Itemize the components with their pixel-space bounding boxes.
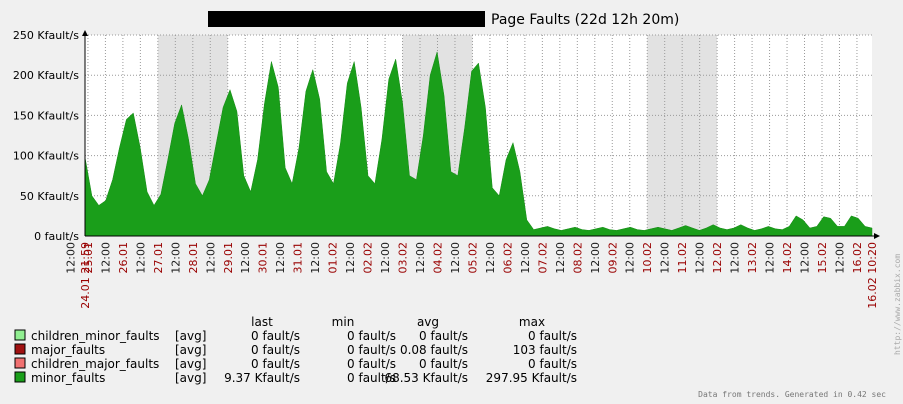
legend-func: [avg]	[175, 343, 206, 357]
x-tick-date: 09.02	[606, 242, 619, 274]
legend-header-max: max	[519, 315, 545, 329]
legend-min: 0 fault/s	[347, 329, 396, 343]
legend-max: 0 fault/s	[528, 357, 577, 371]
legend-func: [avg]	[175, 371, 206, 385]
x-tick-date: 25.01	[82, 242, 95, 274]
legend-func: [avg]	[175, 357, 206, 371]
legend-swatch	[14, 343, 26, 355]
x-tick-noon: 12:00	[554, 242, 567, 274]
x-tick-date: 08.02	[571, 242, 584, 274]
legend-last: 0 fault/s	[251, 329, 300, 343]
x-tick-date: 01.02	[327, 242, 340, 274]
legend-header-avg: avg	[417, 315, 439, 329]
graph-title: Page Faults (22d 12h 20m)	[491, 12, 679, 28]
x-tick-date: 03.02	[397, 242, 410, 274]
x-tick-date: 12.02	[711, 242, 724, 274]
x-tick-end: 16.02 10:20	[866, 242, 879, 309]
y-tick-label: 200 Kfault/s	[13, 69, 79, 82]
x-tick-noon: 12:00	[309, 242, 322, 274]
legend-header-last: last	[251, 315, 273, 329]
x-tick-date: 26.01	[117, 242, 130, 274]
legend-min: 0 fault/s	[347, 343, 396, 357]
x-tick-date: 11.02	[676, 242, 689, 274]
x-tick-date: 10.02	[641, 242, 654, 274]
redacted-host-name	[208, 11, 485, 27]
y-tick-label: 100 Kfault/s	[13, 150, 79, 163]
y-tick-label: 150 Kfault/s	[13, 109, 79, 122]
y-tick-label: 50 Kfault/s	[20, 190, 79, 203]
x-tick-noon: 12:00	[204, 242, 217, 274]
x-tick-noon: 12:00	[589, 242, 602, 274]
legend-func: [avg]	[175, 329, 206, 343]
legend-swatch	[14, 371, 26, 383]
x-tick-noon: 12:00	[449, 242, 462, 274]
x-tick-date: 07.02	[536, 242, 549, 274]
legend-min: 0 fault/s	[347, 357, 396, 371]
x-tick-date: 02.02	[362, 242, 375, 274]
x-tick-noon: 12:00	[65, 242, 78, 274]
x-tick-date: 05.02	[466, 242, 479, 274]
x-tick-date: 29.01	[222, 242, 235, 274]
page-faults-graph: Page Faults (22d 12h 20m) 0 fault/s 50 Kf…	[0, 0, 903, 404]
x-tick-noon: 12:00	[379, 242, 392, 274]
x-tick-noon: 12:00	[414, 242, 427, 274]
x-tick-noon: 12:00	[694, 242, 707, 274]
x-tick-noon: 12:00	[134, 242, 147, 274]
x-tick-date: 15.02	[816, 242, 829, 274]
legend-series-name: children_minor_faults	[31, 329, 160, 343]
x-tick-noon: 12:00	[764, 242, 777, 274]
legend-avg: 0 fault/s	[419, 329, 468, 343]
x-tick-date: 30.01	[257, 242, 270, 274]
x-tick-date: 31.01	[292, 242, 305, 274]
x-tick-date: 06.02	[501, 242, 514, 274]
x-tick-noon: 12:00	[799, 242, 812, 274]
legend-max: 297.95 Kfault/s	[486, 371, 577, 385]
x-tick-noon: 12:00	[519, 242, 532, 274]
x-tick-noon: 12:00	[274, 242, 287, 274]
legend-max: 0 fault/s	[528, 329, 577, 343]
legend-series-name: major_faults	[31, 343, 105, 357]
x-tick-date: 14.02	[781, 242, 794, 274]
legend-swatch	[14, 357, 26, 369]
x-tick-noon: 12:00	[834, 242, 847, 274]
x-tick-noon: 12:00	[169, 242, 182, 274]
footer-note: Data from trends. Generated in 0.42 sec	[698, 390, 886, 399]
x-tick-noon: 12:00	[239, 242, 252, 274]
x-tick-noon: 12:00	[484, 242, 497, 274]
legend-max: 103 fault/s	[513, 343, 577, 357]
legend-swatch	[14, 329, 26, 341]
x-tick-noon: 12:00	[729, 242, 742, 274]
legend-avg: 0 fault/s	[419, 357, 468, 371]
x-tick-date: 28.01	[187, 242, 200, 274]
y-tick-label: 250 Kfault/s	[13, 29, 79, 42]
x-tick-date: 13.02	[746, 242, 759, 274]
x-tick-noon: 12:00	[659, 242, 672, 274]
legend-last: 0 fault/s	[251, 357, 300, 371]
legend-series-name: minor_faults	[31, 371, 105, 385]
x-tick-noon: 12:00	[624, 242, 637, 274]
legend-avg: 68.53 Kfault/s	[384, 371, 468, 385]
x-tick-noon: 12:00	[344, 242, 357, 274]
legend-avg: 0.08 fault/s	[400, 343, 468, 357]
zabbix-watermark: http://www.zabbix.com	[893, 254, 902, 355]
legend-header-min: min	[332, 315, 355, 329]
y-tick-label: 0 fault/s	[34, 230, 79, 243]
x-tick-date: 16.02	[851, 242, 864, 274]
legend-last: 9.37 Kfault/s	[224, 371, 300, 385]
legend-last: 0 fault/s	[251, 343, 300, 357]
x-tick-date: 04.02	[432, 242, 445, 274]
legend-series-name: children_major_faults	[31, 357, 159, 371]
x-tick-noon: 12:00	[99, 242, 112, 274]
x-tick-date: 27.01	[152, 242, 165, 274]
